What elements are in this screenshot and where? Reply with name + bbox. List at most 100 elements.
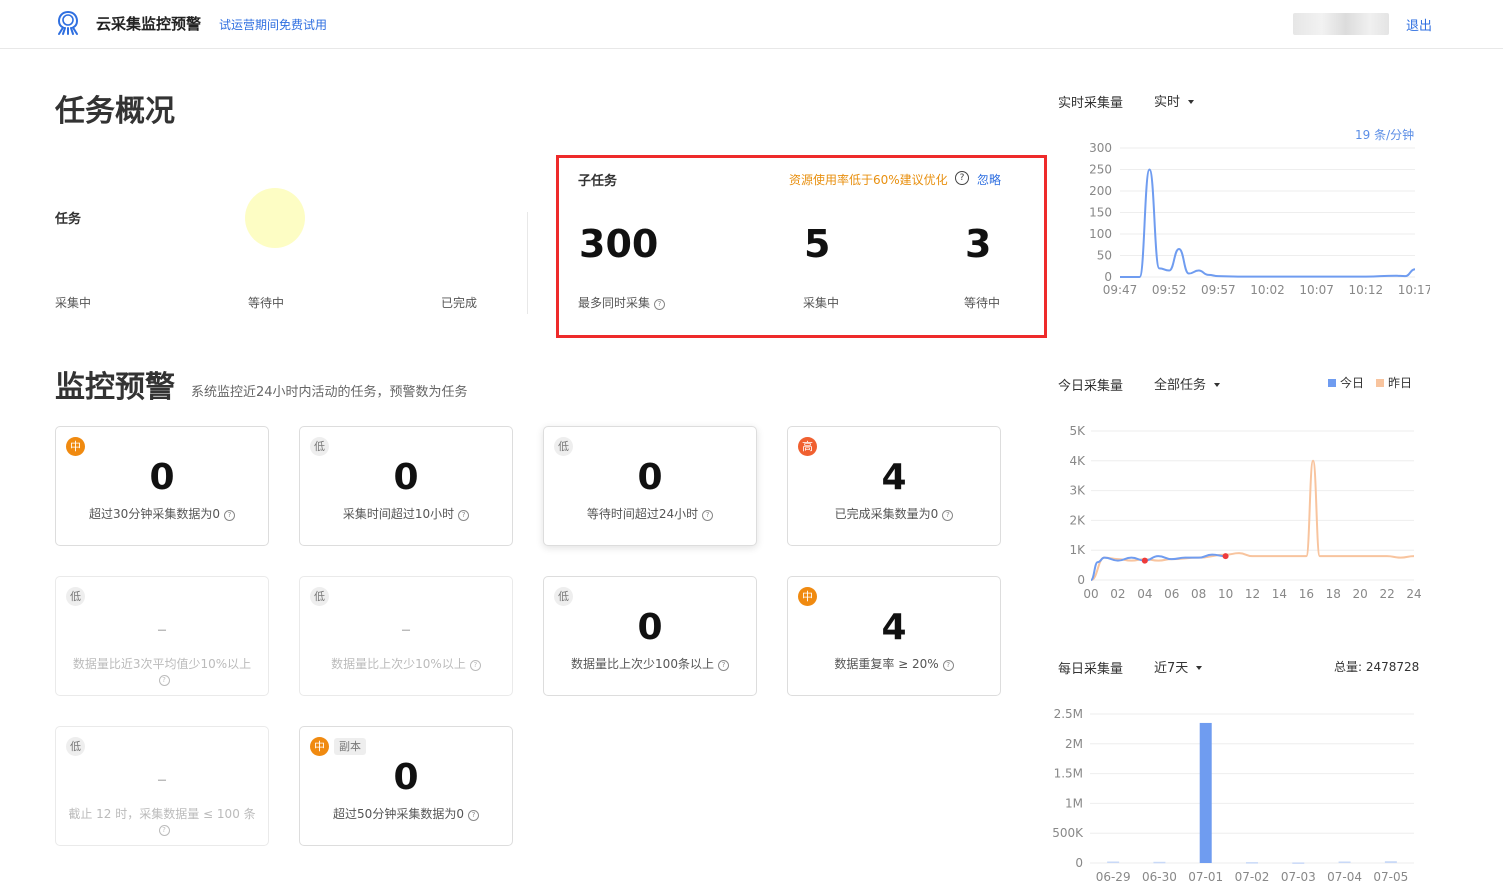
- x-tick-label: 10:12: [1349, 283, 1384, 297]
- level-badge-low: 低: [66, 587, 85, 606]
- alert-card[interactable]: 低 – 数据量比上次少10%以上?: [299, 576, 513, 696]
- alert-desc: 超过50分钟采集数据为0?: [312, 807, 500, 822]
- x-tick-label: 06-30: [1142, 870, 1177, 884]
- daily-total: 总量: 2478728: [1334, 660, 1420, 674]
- help-icon[interactable]: ?: [654, 299, 666, 310]
- y-tick-label: 1K: [1069, 543, 1086, 557]
- daily-title: 每日采集量: [1058, 662, 1124, 677]
- ignore-link[interactable]: 忽略: [977, 171, 1001, 188]
- alert-card[interactable]: 低 – 截止 12 时，采集数据量 ≤ 100 条?: [55, 726, 269, 846]
- y-tick-label: 1.5M: [1054, 767, 1083, 781]
- y-tick-label: 5K: [1069, 424, 1086, 438]
- x-tick-label: 09:47: [1103, 283, 1138, 297]
- level-badge-medium: 中: [798, 587, 817, 606]
- x-tick-label: 16: [1299, 587, 1314, 601]
- alert-card[interactable]: 低 0 等待时间超过24小时?: [543, 426, 757, 546]
- daily-range-select[interactable]: 近7天: [1154, 657, 1203, 676]
- alert-count: –: [401, 617, 411, 641]
- level-badge-medium: 中: [66, 437, 85, 456]
- y-tick-label: 50: [1097, 249, 1112, 263]
- today-title: 今日采集量: [1058, 379, 1124, 394]
- alert-desc: 采集时间超过10小时?: [312, 507, 500, 522]
- caret-down-icon: [1214, 383, 1221, 387]
- monitor-title: 监控预警: [55, 370, 175, 405]
- alert-card[interactable]: 高 4 已完成采集数量为0?: [787, 426, 1001, 546]
- subtask-title: 子任务: [578, 174, 618, 189]
- help-icon[interactable]: ?: [942, 660, 954, 671]
- x-tick-label: 02: [1110, 587, 1125, 601]
- help-icon[interactable]: ?: [942, 510, 954, 521]
- logout-link[interactable]: 退出: [1406, 15, 1432, 34]
- bar: [1384, 861, 1397, 863]
- alert-card[interactable]: 低 0 数据量比上次少100条以上?: [543, 576, 757, 696]
- realtime-chart: 0 50 100 150 200 250 300 09:47 09:52 09:57 10:02 10…: [1089, 141, 1430, 297]
- bar: [1246, 862, 1258, 864]
- realtime-range-select[interactable]: 实时: [1154, 91, 1195, 110]
- x-tick-label: 04: [1137, 587, 1152, 601]
- point-marker: [1141, 557, 1148, 564]
- y-tick-label: 1M: [1065, 796, 1083, 810]
- legend-today[interactable]: 今日: [1328, 374, 1364, 391]
- y-tick-label: 0: [1104, 270, 1112, 284]
- y-tick-label: 150: [1089, 206, 1112, 220]
- level-badge-low: 低: [66, 737, 85, 756]
- alert-card[interactable]: 低 – 数据量比近3次平均值少10%以上?: [55, 576, 269, 696]
- x-tick-label: 09:57: [1201, 283, 1236, 297]
- x-tick-label: 00: [1083, 587, 1098, 601]
- help-icon[interactable]: ?: [717, 660, 729, 671]
- alert-card[interactable]: 中 0 超过30分钟采集数据为0?: [55, 426, 269, 546]
- waiting-value: 3: [965, 222, 992, 266]
- y-tick-label: 2.5M: [1054, 707, 1083, 721]
- alert-desc: 截止 12 时，采集数据量 ≤ 100 条?: [68, 807, 256, 836]
- point-marker: [1222, 553, 1229, 560]
- bar: [1338, 861, 1351, 864]
- help-icon[interactable]: ?: [955, 171, 969, 185]
- x-tick-label: 06: [1164, 587, 1179, 601]
- app-title: 云采集监控预警: [96, 15, 202, 33]
- alert-count: 4: [881, 457, 907, 498]
- help-icon[interactable]: ?: [467, 810, 479, 821]
- monitor-subtitle: 系统监控近24小时内活动的任务，预警数为任务: [191, 385, 468, 400]
- help-icon[interactable]: ?: [158, 675, 170, 686]
- x-tick-label: 06-29: [1096, 870, 1131, 884]
- x-tick-label: 07-03: [1281, 870, 1316, 884]
- alert-count: 0: [637, 607, 663, 648]
- alert-desc: 数据量比上次少100条以上?: [556, 657, 744, 672]
- x-tick-label: 09:52: [1152, 283, 1187, 297]
- level-badge-low: 低: [310, 437, 329, 456]
- alert-card[interactable]: 中 副本 0 超过50分钟采集数据为0?: [299, 726, 513, 846]
- x-tick-label: 10:07: [1299, 283, 1334, 297]
- level-badge-high: 高: [798, 437, 817, 456]
- help-icon[interactable]: ?: [469, 660, 481, 671]
- legend-yesterday[interactable]: 昨日: [1376, 374, 1412, 391]
- x-tick-label: 07-01: [1188, 870, 1223, 884]
- y-tick-label: 300: [1089, 141, 1112, 155]
- alert-count: 0: [637, 457, 663, 498]
- top-bar: 云采集监控预警 试运营期间免费试用 退出: [0, 0, 1503, 49]
- x-tick-label: 07-05: [1373, 870, 1408, 884]
- x-tick-label: 10:02: [1250, 283, 1285, 297]
- help-icon[interactable]: ?: [702, 510, 714, 521]
- today-task-select[interactable]: 全部任务: [1154, 374, 1221, 393]
- trial-notice: 试运营期间免费试用: [219, 18, 328, 32]
- series-line: [1120, 168, 1416, 278]
- octopus-logo-icon: [57, 11, 79, 35]
- overview-title: 任务概况: [55, 94, 175, 129]
- alert-count: –: [157, 767, 167, 791]
- legend-swatch: [1376, 379, 1384, 387]
- waiting-label: 等待中: [964, 296, 1001, 310]
- alert-desc: 数据量比上次少10%以上?: [312, 657, 500, 672]
- help-icon[interactable]: ?: [158, 825, 170, 836]
- alert-card[interactable]: 中 4 数据重复率 ≥ 20%?: [787, 576, 1001, 696]
- x-tick-label: 24: [1406, 587, 1421, 601]
- help-icon[interactable]: ?: [458, 510, 470, 521]
- level-badge-medium: 中: [310, 737, 329, 756]
- collecting-label: 采集中: [803, 296, 840, 310]
- bar: [1292, 862, 1305, 864]
- help-icon[interactable]: ?: [223, 510, 235, 521]
- alert-card[interactable]: 低 0 采集时间超过10小时?: [299, 426, 513, 546]
- y-tick-label: 250: [1089, 163, 1112, 177]
- copy-tag: 副本: [334, 738, 366, 755]
- alert-desc: 等待时间超过24小时?: [556, 507, 744, 522]
- user-name-blurred[interactable]: [1293, 13, 1389, 35]
